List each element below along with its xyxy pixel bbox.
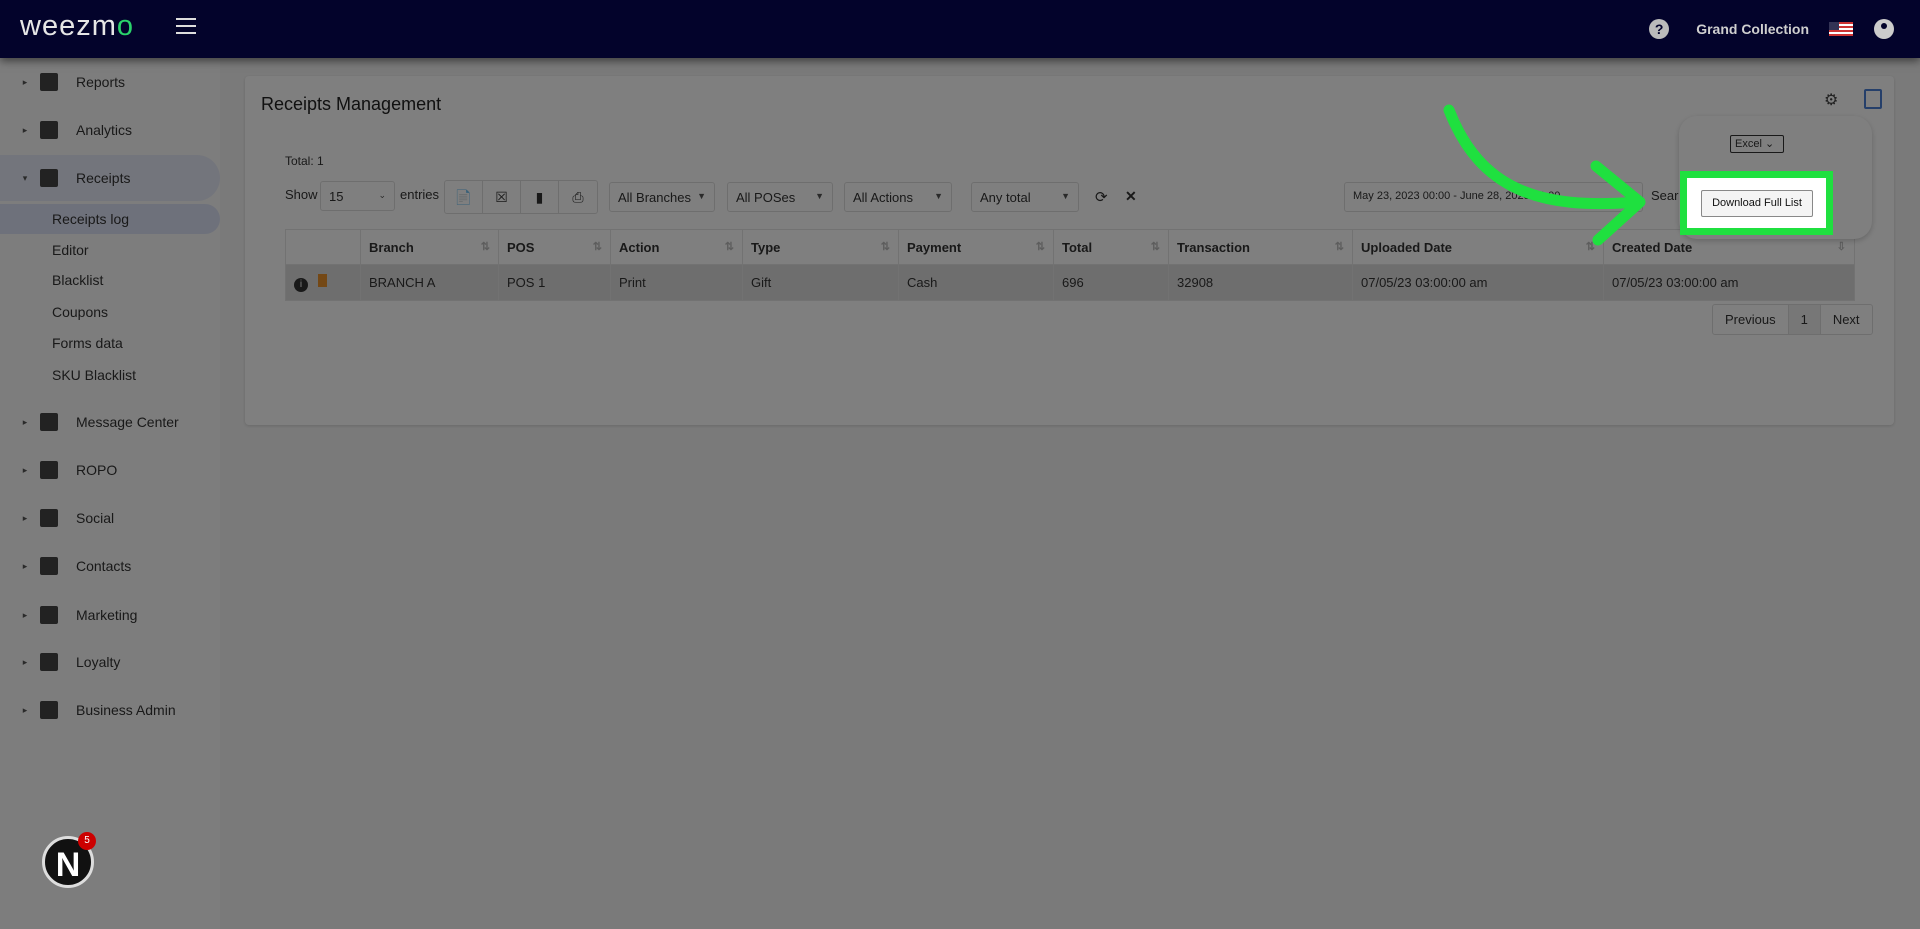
user-icon[interactable] [1874,19,1894,39]
weezmo-logo[interactable]: weezmo [20,10,134,43]
notification-badge: 5 [78,832,96,850]
top-header: weezmo ? Grand Collection [0,0,1920,58]
download-full-list-button[interactable]: Download Full List [1701,190,1813,217]
dim-overlay [0,58,1920,929]
account-name[interactable]: Grand Collection [1696,21,1809,37]
highlight-box: Download Full List [1680,171,1833,235]
us-flag-icon[interactable] [1829,22,1853,36]
help-icon[interactable]: ? [1649,19,1670,39]
menu-icon[interactable] [176,18,196,34]
